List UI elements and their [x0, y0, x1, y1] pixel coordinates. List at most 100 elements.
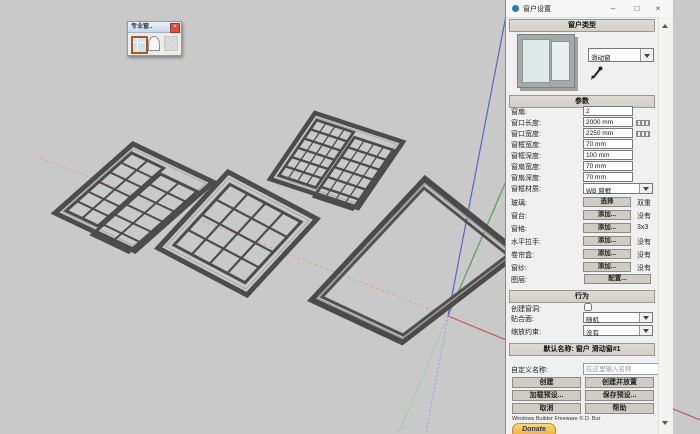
sash-width-input[interactable] [583, 161, 633, 171]
load-preset-button[interactable]: 加载预设... [512, 390, 581, 401]
sash-count-input[interactable] [583, 106, 633, 116]
param-label: 窗框材质: [511, 186, 541, 193]
param-row-screen: 窗纱: 添加... 没有 [506, 262, 658, 273]
fit-face-dropdown-button[interactable] [639, 313, 652, 322]
measure-icon[interactable] [636, 120, 650, 126]
preview-left-pane [522, 39, 550, 83]
param-row-panes: 窗格: 添加... 3x3 [506, 223, 658, 234]
credit-text: Windows Builder Freeware © D. Bur [512, 416, 601, 422]
frame-depth-input[interactable] [583, 150, 633, 160]
chevron-down-icon [644, 54, 650, 58]
minimize-button[interactable]: – [606, 2, 620, 15]
handle-value: 没有 [637, 239, 651, 246]
custom-name-label: 自定义名称: [511, 367, 548, 374]
scale-constraint-value: 没有 [586, 330, 599, 337]
window-type-value: 滑动窗 [591, 55, 611, 62]
measure-icon[interactable] [636, 131, 650, 137]
param-label: 窗格: [511, 226, 527, 233]
arch-window-tool-icon[interactable] [148, 36, 160, 51]
frame-material-dropdown-button[interactable] [639, 184, 652, 193]
toolbar-close-button[interactable]: × [170, 23, 180, 33]
panel-title: 窗户设置 [523, 6, 551, 13]
layer-config-button[interactable]: 配置... [584, 274, 651, 284]
scale-constraint-select[interactable]: 没有 [583, 325, 653, 337]
create-and-place-button[interactable]: 创建并放置 [585, 377, 654, 388]
preview-right-pane [551, 41, 570, 81]
chevron-down-icon [643, 316, 649, 320]
save-preset-button[interactable]: 保存预设... [585, 390, 654, 401]
chevron-down-icon [643, 187, 649, 191]
maximize-button[interactable]: □ [630, 2, 644, 15]
frame-width-input[interactable] [583, 139, 633, 149]
screen-value: 没有 [637, 265, 651, 272]
param-row-sash-width: 窗扇宽度: [506, 161, 658, 172]
panel-scrollbar[interactable] [658, 17, 672, 434]
frame-material-select[interactable]: WB 窗框 [583, 183, 653, 195]
fit-face-select[interactable]: 随机 [583, 312, 653, 324]
param-label: 缩放约束: [511, 329, 541, 336]
param-label: 窗框深度: [511, 153, 541, 160]
custom-name-input[interactable] [583, 363, 660, 375]
app-icon [512, 5, 519, 12]
window-tool-icon[interactable] [131, 36, 148, 54]
param-row-frame-material: 窗框材质: WB 窗框 [506, 183, 658, 195]
fit-face-value: 随机 [586, 317, 599, 324]
app-window: 专业窗.. × 窗户设置 – □ × 窗户类型 滑动窗 参数 窗扇: 2 窗口长… [0, 0, 700, 434]
param-row-shutter-box: 卷帘盒: 添加... 没有 [506, 249, 658, 260]
window-type-dropdown-button[interactable] [640, 49, 653, 61]
scroll-down-icon[interactable] [662, 421, 668, 425]
param-label: 卷帘盒: [511, 252, 534, 259]
behavior-row-scale-constraint: 缩放约束: 没有 [506, 325, 658, 337]
glass-select-button[interactable]: 选择 [583, 197, 631, 207]
sash-depth-input[interactable] [583, 172, 633, 182]
handle-add-button[interactable]: 添加... [583, 236, 631, 246]
param-row-frame-width: 窗框宽度: [506, 139, 658, 150]
param-label: 玻璃: [511, 200, 527, 207]
param-row-handle: 水平拉手: 添加... 没有 [506, 236, 658, 247]
param-row-window-width: 窗口宽度: [506, 128, 658, 139]
create-button[interactable]: 创建 [512, 377, 581, 388]
param-row-sash-count: 窗扇: [506, 106, 658, 117]
screen-add-button[interactable]: 添加... [583, 262, 631, 272]
plugin-toolbar: 专业窗.. × [127, 21, 182, 56]
window-width-input[interactable] [583, 128, 633, 138]
section-header-window-type: 窗户类型 [509, 19, 655, 32]
panes-add-button[interactable]: 添加... [583, 223, 631, 233]
default-name-bar: 默认名称: 窗户 滑动窗#1 [509, 343, 655, 356]
param-row-sill: 窗台: 添加... 没有 [506, 210, 658, 221]
custom-name-row: 自定义名称: [506, 363, 660, 375]
section-header-behavior: 行为 [509, 290, 655, 303]
scroll-up-icon[interactable] [662, 24, 668, 28]
panel-title-bar: 窗户设置 – □ × [506, 0, 673, 18]
window-length-input[interactable] [583, 117, 633, 127]
param-label: 窗扇: [511, 109, 527, 116]
param-label: 窗口宽度: [511, 131, 541, 138]
close-button[interactable]: × [651, 2, 665, 15]
toolbar-body [128, 33, 181, 55]
param-label: 窗框宽度: [511, 142, 541, 149]
scale-constraint-dropdown-button[interactable] [639, 326, 652, 335]
cancel-button[interactable]: 取消 [512, 403, 581, 414]
param-label: 窗扇深度: [511, 175, 541, 182]
shutter-box-add-button[interactable]: 添加... [583, 249, 631, 259]
param-label: 贴合面: [511, 316, 534, 323]
param-label: 窗台: [511, 213, 527, 220]
donate-button[interactable]: Donate [512, 423, 556, 434]
window-type-select[interactable]: 滑动窗 [588, 48, 654, 62]
sill-value: 没有 [637, 213, 651, 220]
help-button[interactable]: 帮助 [585, 403, 654, 414]
param-label: 图层: [511, 277, 527, 284]
eyedropper-icon[interactable] [590, 66, 603, 80]
create-hole-checkbox[interactable] [584, 303, 592, 311]
sill-add-button[interactable]: 添加... [583, 210, 631, 220]
param-row-frame-depth: 窗框深度: [506, 150, 658, 161]
chevron-down-icon [643, 329, 649, 333]
shutter-box-value: 没有 [637, 252, 651, 259]
window-preview-image [517, 34, 575, 88]
param-label: 窗扇宽度: [511, 164, 541, 171]
frame-material-value: WB 窗框 [586, 188, 612, 195]
param-label: 窗口长度: [511, 120, 541, 127]
param-row-layer: 图层: 配置... [506, 274, 658, 285]
behavior-row-fit-face: 贴合面: 随机 [506, 312, 658, 324]
param-label: 水平拉手: [511, 239, 541, 246]
